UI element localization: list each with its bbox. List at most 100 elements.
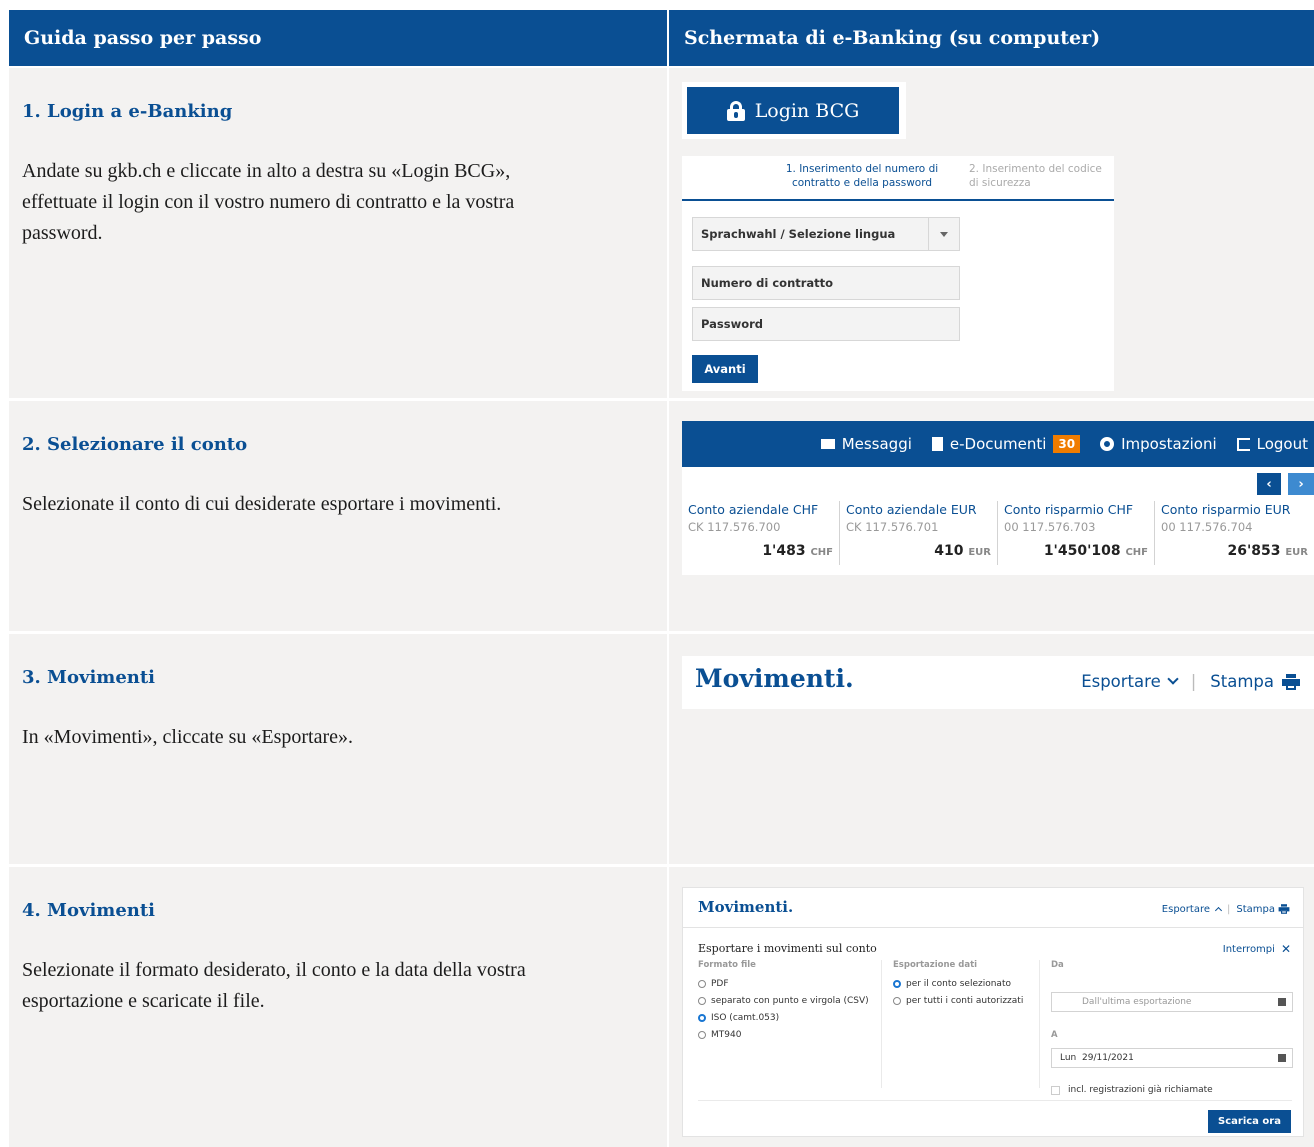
format-option-pdf[interactable]: PDF — [698, 979, 729, 989]
next-accounts-button[interactable]: › — [1288, 473, 1314, 495]
printer-icon — [1282, 673, 1300, 690]
login-step-1: 1. Inserimento del numero di contratto e… — [785, 163, 939, 189]
documents-label: e-Documenti — [949, 435, 1047, 453]
file-format-label: Formato file — [698, 960, 756, 970]
step-1-title: 1. Login a e-Banking — [22, 101, 233, 122]
close-icon: ✕ — [1280, 942, 1291, 956]
print-label: Stampa — [1210, 672, 1274, 691]
export-link[interactable]: Esportare — [1081, 672, 1179, 691]
messages-label: Messaggi — [841, 435, 912, 453]
account-number: 00 117.576.704 — [1161, 520, 1253, 534]
guide-table: Guida passo per passo Schermata di e-Ban… — [9, 10, 1314, 1147]
calendar-icon[interactable] — [1278, 1054, 1286, 1062]
header-guide: Guida passo per passo — [9, 10, 667, 66]
print-link[interactable]: Stampa — [1236, 901, 1293, 917]
download-now-button[interactable]: Scarica ora — [1208, 1110, 1291, 1133]
contract-number-field[interactable]: Numero di contratto — [692, 266, 960, 300]
cancel-label: Interrompi — [1222, 943, 1275, 955]
account-number: 00 117.576.703 — [1004, 520, 1096, 534]
calendar-icon[interactable] — [1278, 998, 1286, 1006]
movements-header: Movimenti. Esportare | Stampa — [682, 656, 1314, 709]
radio-selected-icon — [893, 980, 901, 988]
export-label: Esportare — [1081, 672, 1161, 691]
step-2-text: Selezionate il conto di cui desiderate e… — [22, 493, 502, 515]
print-link[interactable]: Stampa — [1210, 672, 1300, 691]
account-name: Conto risparmio EUR — [1161, 502, 1291, 517]
login-form: 1. Inserimento del numero di contratto e… — [682, 156, 1114, 391]
language-select[interactable]: Sprachwahl / Selezione lingua — [692, 217, 960, 251]
password-field[interactable]: Password — [692, 307, 960, 341]
printer-icon — [1278, 904, 1290, 914]
scope-option-selected-account[interactable]: per il conto selezionato — [893, 979, 1011, 989]
radio-icon — [698, 980, 706, 988]
account-balance: 1'483 CHF — [762, 543, 833, 559]
account-balance: 410 EUR — [934, 543, 991, 559]
export-panel-title: Movimenti. — [698, 898, 794, 916]
header-screen: Schermata di e-Banking (su computer) — [669, 10, 1314, 66]
radio-icon — [698, 997, 706, 1005]
account-card[interactable]: Conto risparmio EUR 00 117.576.704 26'85… — [1155, 501, 1314, 565]
format-option-mt940[interactable]: MT940 — [698, 1030, 741, 1040]
export-panel: Movimenti. Esportare | Stampa Esportare … — [682, 887, 1304, 1137]
previous-accounts-button[interactable]: ‹ — [1257, 473, 1281, 495]
account-card[interactable]: Conto risparmio CHF 00 117.576.703 1'450… — [998, 501, 1155, 565]
include-retrieved-checkbox[interactable]: incl. registrazioni già richiamate — [1051, 1085, 1213, 1095]
account-name: Conto aziendale CHF — [688, 502, 819, 517]
step-4-cell: 4. Movimenti Selezionate il formato desi… — [9, 867, 667, 1147]
account-card[interactable]: Conto aziendale EUR CK 117.576.701 410 E… — [840, 501, 998, 565]
cancel-button[interactable]: Interrompi ✕ — [1223, 942, 1291, 956]
caret-down-icon — [940, 232, 948, 237]
logout-label: Logout — [1256, 435, 1308, 453]
documents-link[interactable]: e-Documenti 30 — [931, 435, 1081, 453]
account-number: CK 117.576.700 — [688, 520, 781, 534]
step-1-text: Andate su gkb.ch e cliccate in alto a de… — [22, 160, 515, 244]
column-divider — [881, 960, 882, 1088]
settings-link[interactable]: Impostazioni — [1100, 435, 1217, 453]
movements-title: Movimenti. — [695, 664, 854, 693]
account-number: CK 117.576.701 — [846, 520, 939, 534]
scope-option-all-accounts[interactable]: per tutti i conti autorizzati — [893, 996, 1023, 1006]
export-link[interactable]: Esportare — [1161, 903, 1223, 915]
divider: | — [1227, 903, 1231, 915]
step-4-screen: Movimenti. Esportare | Stampa Esportare … — [669, 867, 1314, 1147]
step-4-title: 4. Movimenti — [22, 900, 156, 921]
lock-icon — [726, 100, 745, 121]
step-3-screen: Movimenti. Esportare | Stampa — [669, 634, 1314, 864]
logout-link[interactable]: Logout — [1236, 435, 1308, 453]
login-button-label: Login BCG — [754, 99, 860, 122]
radio-icon — [698, 1031, 706, 1039]
from-date-placeholder: Dall'ultima esportazione — [1082, 997, 1192, 1007]
account-card[interactable]: Conto aziendale CHF CK 117.576.700 1'483… — [682, 501, 840, 565]
export-data-label: Esportazione dati — [893, 960, 978, 970]
next-button[interactable]: Avanti — [692, 355, 758, 383]
login-step-2: 2. Inserimento del codice di sicurezza — [969, 163, 1102, 189]
include-retrieved-label: incl. registrazioni già richiamate — [1068, 1085, 1213, 1095]
export-subtitle: Esportare i movimenti sul conto — [698, 942, 877, 955]
login-box: Login BCG — [682, 82, 906, 139]
checkbox-icon — [1051, 1085, 1060, 1095]
document-icon — [931, 437, 943, 451]
step-1-screen: Login BCG 1. Inserimento del numero di c… — [669, 68, 1314, 398]
export-panel-actions: Esportare | Stampa — [1162, 901, 1293, 917]
account-name: Conto risparmio CHF — [1004, 502, 1134, 517]
messages-link[interactable]: Messaggi — [820, 435, 912, 453]
format-option-csv[interactable]: separato con punto e virgola (CSV) — [698, 996, 869, 1006]
to-date-field[interactable]: Lun 29/11/2021 — [1051, 1048, 1293, 1068]
step-2-screen: Messaggi e-Documenti 30 Impostazioni Log… — [669, 401, 1314, 631]
login-bcg-button[interactable]: Login BCG — [687, 87, 899, 134]
chevron-down-icon — [1167, 673, 1179, 685]
chevron-up-icon — [1214, 906, 1223, 915]
movements-actions: Esportare | Stampa — [1081, 672, 1300, 691]
export-panel-header: Movimenti. Esportare | Stampa — [683, 888, 1303, 928]
from-date-field[interactable]: Dall'ultima esportazione — [1051, 992, 1293, 1012]
settings-label: Impostazioni — [1121, 435, 1217, 453]
format-option-iso[interactable]: ISO (camt.053) — [698, 1013, 779, 1023]
to-label: A — [1051, 1030, 1058, 1040]
account-balance: 26'853 EUR — [1227, 543, 1308, 559]
export-label: Esportare — [1161, 903, 1210, 915]
step-3-text: In «Movimenti», cliccate su «Esportare». — [22, 726, 354, 748]
print-label: Stampa — [1236, 903, 1275, 915]
logout-icon — [1236, 437, 1250, 451]
ebanking-topbar: Messaggi e-Documenti 30 Impostazioni Log… — [682, 421, 1314, 467]
step-1-cell: 1. Login a e-Banking Andate su gkb.ch e … — [9, 68, 667, 398]
